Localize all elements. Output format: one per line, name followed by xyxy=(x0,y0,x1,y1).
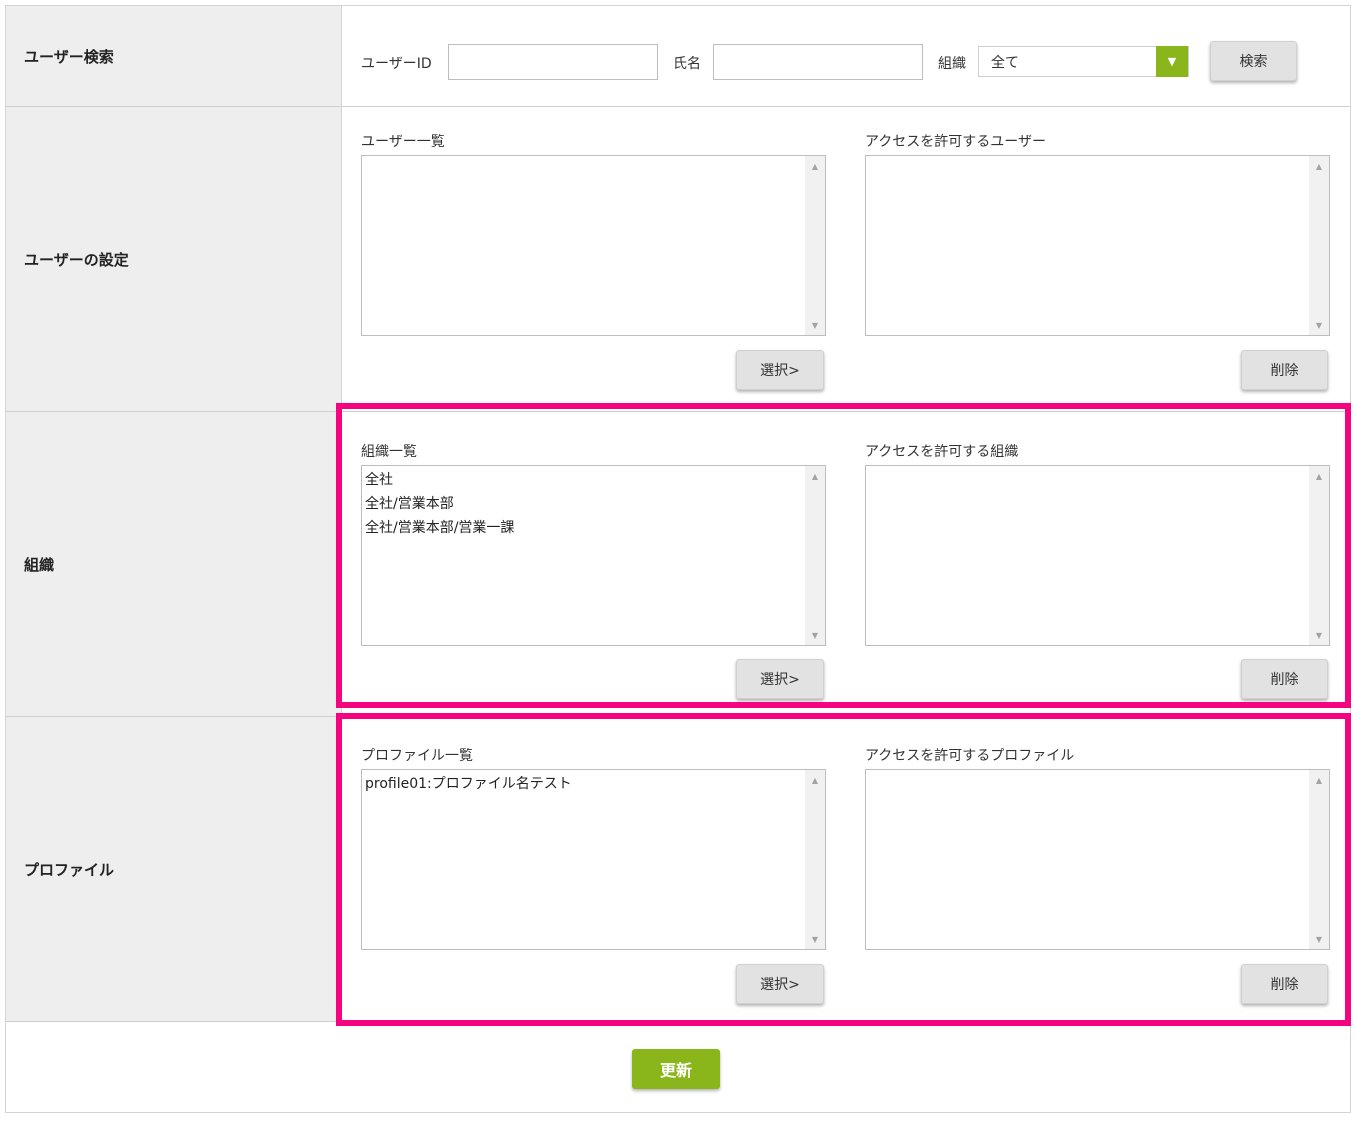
allowed-profiles-box[interactable]: ▲ ▼ xyxy=(865,769,1330,950)
scroll-down-icon[interactable]: ▼ xyxy=(1309,931,1329,947)
scroll-down-icon[interactable]: ▼ xyxy=(1309,627,1329,643)
user-id-input[interactable] xyxy=(448,44,658,80)
scroll-up-icon[interactable]: ▲ xyxy=(1309,468,1329,484)
org-filter-select[interactable]: 全て ▼ xyxy=(978,46,1189,77)
allowed-orgs-scrollbar[interactable]: ▲ ▼ xyxy=(1309,466,1329,645)
profile-list-label: プロファイル一覧 xyxy=(361,748,473,764)
allowed-orgs-box[interactable]: ▲ ▼ xyxy=(865,465,1330,646)
search-button[interactable]: 検索 xyxy=(1210,41,1297,81)
scroll-down-icon[interactable]: ▼ xyxy=(805,931,825,947)
allowed-users-label: アクセスを許可するユーザー xyxy=(865,134,1047,150)
profile-list-box[interactable]: profile01:プロファイル名テスト ▲ ▼ xyxy=(361,769,826,950)
list-item[interactable]: 全社/営業本部 xyxy=(365,492,803,516)
user-search-row: ユーザー検索 ユーザーID 氏名 組織 全て ▼ 検索 xyxy=(6,6,1350,107)
user-search-row-label: ユーザー検索 xyxy=(6,6,342,106)
org-list-items: 全社 全社/営業本部 全社/営業本部/営業一課 xyxy=(365,468,803,540)
user-id-label: ユーザーID xyxy=(361,56,432,72)
allowed-orgs-label: アクセスを許可する組織 xyxy=(865,444,1019,460)
select-profile-button[interactable]: 選択> xyxy=(736,964,824,1004)
allowed-profiles-label: アクセスを許可するプロファイル xyxy=(865,748,1075,764)
profile-row: プロファイル プロファイル一覧 profile01:プロファイル名テスト ▲ ▼… xyxy=(6,717,1350,1022)
delete-org-button[interactable]: 削除 xyxy=(1241,659,1328,699)
scroll-up-icon[interactable]: ▲ xyxy=(1309,772,1329,788)
select-user-button[interactable]: 選択> xyxy=(736,350,824,390)
org-list-scrollbar[interactable]: ▲ ▼ xyxy=(805,466,825,645)
scroll-up-icon[interactable]: ▲ xyxy=(805,772,825,788)
list-item[interactable]: 全社 xyxy=(365,468,803,492)
scroll-up-icon[interactable]: ▲ xyxy=(1309,158,1329,174)
user-list-scrollbar[interactable]: ▲ ▼ xyxy=(805,156,825,335)
user-search-content: ユーザーID 氏名 組織 全て ▼ 検索 xyxy=(342,6,1350,106)
list-item[interactable]: 全社/営業本部/営業一課 xyxy=(365,516,803,540)
user-settings-content: ユーザー一覧 ▲ ▼ アクセスを許可するユーザー ▲ ▼ 選択> 削除 xyxy=(342,107,1350,411)
org-content: 組織一覧 全社 全社/営業本部 全社/営業本部/営業一課 ▲ ▼ アクセスを許可する… xyxy=(342,412,1350,716)
delete-user-button[interactable]: 削除 xyxy=(1241,350,1328,390)
user-list-box[interactable]: ▲ ▼ xyxy=(361,155,826,336)
user-settings-row: ユーザーの設定 ユーザー一覧 ▲ ▼ アクセスを許可するユーザー ▲ ▼ 選択>… xyxy=(6,107,1350,412)
access-settings-form: ユーザー検索 ユーザーID 氏名 組織 全て ▼ 検索 ユーザーの設定 ユーザー… xyxy=(5,5,1351,1113)
delete-profile-button[interactable]: 削除 xyxy=(1241,964,1328,1004)
profile-content: プロファイル一覧 profile01:プロファイル名テスト ▲ ▼ アクセスを許… xyxy=(342,717,1350,1021)
name-label: 氏名 xyxy=(673,56,701,72)
org-filter-selected: 全て xyxy=(991,54,1019,71)
org-filter-label: 組織 xyxy=(938,56,966,72)
select-org-button[interactable]: 選択> xyxy=(736,659,824,699)
scroll-up-icon[interactable]: ▲ xyxy=(805,468,825,484)
allowed-users-box[interactable]: ▲ ▼ xyxy=(865,155,1330,336)
update-button[interactable]: 更新 xyxy=(632,1049,720,1089)
scroll-down-icon[interactable]: ▼ xyxy=(805,627,825,643)
user-settings-row-label: ユーザーの設定 xyxy=(6,107,342,411)
name-input[interactable] xyxy=(713,44,923,80)
org-row: 組織 組織一覧 全社 全社/営業本部 全社/営業本部/営業一課 ▲ ▼ アクセスを許… xyxy=(6,412,1350,717)
profile-list-scrollbar[interactable]: ▲ ▼ xyxy=(805,770,825,949)
org-row-label: 組織 xyxy=(6,412,342,716)
org-list-box[interactable]: 全社 全社/営業本部 全社/営業本部/営業一課 ▲ ▼ xyxy=(361,465,826,646)
user-list-label: ユーザー一覧 xyxy=(361,134,445,150)
scroll-down-icon[interactable]: ▼ xyxy=(805,317,825,333)
profile-row-label: プロファイル xyxy=(6,717,342,1021)
list-item[interactable]: profile01:プロファイル名テスト xyxy=(365,772,803,796)
scroll-down-icon[interactable]: ▼ xyxy=(1309,317,1329,333)
org-list-label: 組織一覧 xyxy=(361,444,417,460)
profile-list-items: profile01:プロファイル名テスト xyxy=(365,772,803,796)
allowed-users-scrollbar[interactable]: ▲ ▼ xyxy=(1309,156,1329,335)
scroll-up-icon[interactable]: ▲ xyxy=(805,158,825,174)
allowed-profiles-scrollbar[interactable]: ▲ ▼ xyxy=(1309,770,1329,949)
dropdown-arrow-icon[interactable]: ▼ xyxy=(1156,46,1188,77)
